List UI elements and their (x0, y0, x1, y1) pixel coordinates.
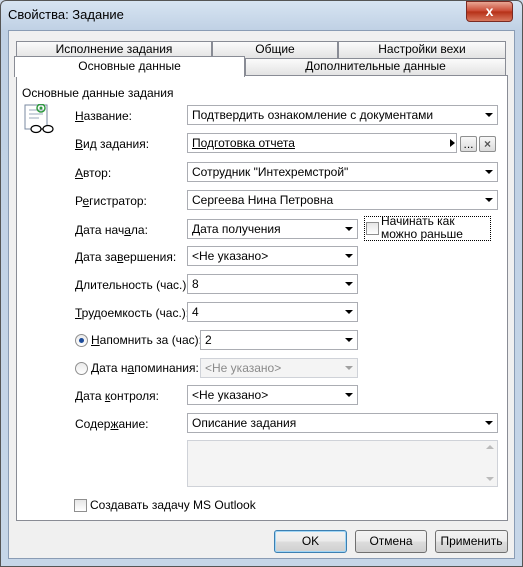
chevron-down-icon (340, 359, 357, 377)
name-value: Подтвердить ознакомление с документами (192, 108, 434, 122)
scroll-up-icon[interactable] (486, 445, 494, 449)
scroll-down-icon[interactable] (486, 477, 494, 481)
duration-value: 8 (192, 277, 199, 291)
close-button[interactable]: x (466, 1, 513, 22)
registrar-label: Регистратор: (75, 194, 147, 208)
chevron-down-icon[interactable] (340, 275, 357, 293)
tab-main-data[interactable]: Основные данные (14, 56, 245, 77)
remind-in-label[interactable]: Напомнить за (час): (91, 333, 202, 347)
group-title: Основные данные задания (22, 86, 174, 100)
tab-milestone-settings[interactable]: Настройки вехи (338, 41, 506, 58)
content-label: Содержание: (75, 417, 149, 431)
chevron-down-icon[interactable] (480, 414, 497, 432)
chevron-down-icon[interactable] (340, 220, 357, 238)
chevron-down-icon[interactable] (340, 386, 357, 404)
start-date-label: Дата начала: (75, 223, 148, 237)
content-combo[interactable]: Описание задания (187, 413, 498, 433)
start-asap-checkbox[interactable] (366, 222, 379, 235)
start-date-value: Дата получения (192, 222, 281, 236)
author-label: Автор: (75, 166, 112, 180)
chevron-down-icon[interactable] (340, 331, 357, 349)
play-arrow-icon[interactable] (447, 133, 457, 153)
content-value: Описание задания (192, 416, 297, 430)
task-glasses-icon (24, 104, 54, 134)
content-scrollbar[interactable] (483, 441, 497, 486)
window-title: Свойства: Задание (8, 7, 124, 22)
duration-label: Длительность (час.): (75, 278, 190, 292)
remind-date-combo[interactable]: <Не указано> (200, 358, 358, 378)
control-date-label: Дата контроля: (75, 389, 160, 403)
remind-date-value: <Не указано> (205, 361, 282, 375)
effort-label: Трудоемкость (час.): (75, 306, 190, 320)
clear-button[interactable]: × (479, 136, 496, 152)
registrar-combo[interactable]: Сергеева Нина Петровна (187, 190, 498, 210)
ellipsis-button[interactable]: ... (460, 136, 477, 152)
cancel-button[interactable]: Отмена (355, 530, 427, 553)
remind-date-label[interactable]: Дата напоминания: (91, 361, 199, 375)
name-label: Название: (75, 109, 132, 123)
end-date-combo[interactable]: <Не указано> (187, 246, 358, 266)
task-type-label: Вид задания: (75, 137, 150, 151)
chevron-down-icon[interactable] (480, 163, 497, 181)
chevron-down-icon[interactable] (480, 191, 497, 209)
name-combo[interactable]: Подтвердить ознакомление с документами (187, 105, 498, 125)
end-date-value: <Не указано> (192, 249, 269, 263)
chevron-down-icon[interactable] (480, 106, 497, 124)
author-value: Сотрудник "Интехремстрой" (192, 165, 349, 179)
start-date-combo[interactable]: Дата получения (187, 219, 358, 239)
tab-additional-data[interactable]: Дополнительные данные (245, 58, 506, 75)
duration-combo[interactable]: 8 (187, 274, 358, 294)
remind-in-radio[interactable] (75, 334, 88, 347)
ok-button[interactable]: OK (274, 530, 347, 553)
control-date-combo[interactable]: <Не указано> (187, 385, 358, 405)
effort-value: 4 (192, 305, 199, 319)
chevron-down-icon[interactable] (340, 303, 357, 321)
remind-date-radio[interactable] (75, 362, 88, 375)
remind-in-combo[interactable]: 2 (200, 330, 358, 350)
chevron-down-icon[interactable] (340, 247, 357, 265)
author-combo[interactable]: Сотрудник "Интехремстрой" (187, 162, 498, 182)
outlook-label[interactable]: Создавать задачу MS Outlook (90, 498, 256, 512)
content-text-area[interactable] (187, 440, 498, 487)
outlook-checkbox[interactable] (74, 499, 87, 512)
end-date-label: Дата завершения: (75, 250, 177, 264)
task-type-field[interactable]: Подготовка отчета (187, 133, 457, 153)
start-asap-label[interactable]: Начинать как можно раньше (381, 215, 493, 241)
apply-button[interactable]: Применить (435, 530, 508, 553)
effort-combo[interactable]: 4 (187, 302, 358, 322)
control-date-value: <Не указано> (192, 388, 269, 402)
task-type-value[interactable]: Подготовка отчета (192, 136, 295, 150)
remind-in-value: 2 (205, 333, 212, 347)
registrar-value: Сергеева Нина Петровна (192, 193, 334, 207)
